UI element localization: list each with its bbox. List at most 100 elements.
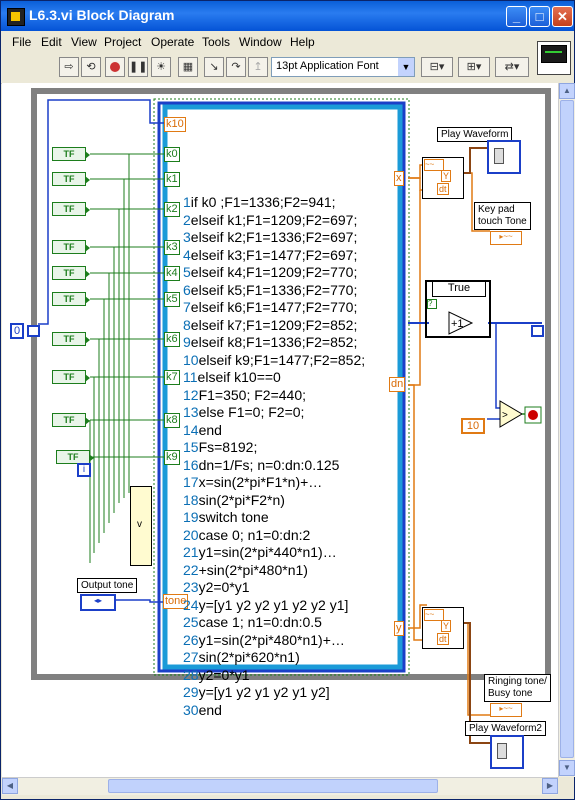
k3-control[interactable]: TF: [52, 240, 90, 254]
script-line-number: 11: [183, 369, 198, 385]
window-title: L6.3.vi Block Diagram: [29, 7, 175, 23]
menu-project[interactable]: Project: [104, 35, 141, 49]
case-selector[interactable]: True: [432, 281, 486, 297]
script-line-text: sin(2*pi*F2*n): [198, 491, 285, 508]
scroll-right-icon[interactable]: ▶: [542, 778, 558, 794]
horizontal-scroll-thumb[interactable]: [108, 779, 438, 793]
menu-tools[interactable]: Tools: [202, 35, 230, 49]
k1-control[interactable]: TF: [52, 172, 90, 186]
left-shift-register[interactable]: [27, 325, 40, 337]
ringing-waveform-indicator[interactable]: ▸~~: [490, 703, 522, 717]
menu-edit[interactable]: Edit: [41, 35, 62, 49]
menu-view[interactable]: View: [71, 35, 97, 49]
k8-input-terminal[interactable]: k8: [164, 413, 180, 428]
keypad-waveform-indicator[interactable]: ▸~~: [490, 231, 522, 245]
close-button[interactable]: ✕: [552, 6, 573, 27]
script-line-text: elseif k10==0: [197, 369, 281, 385]
formula-script[interactable]: 1if k0 ;F1=1336;F2=941; 2elseif k1;F1=120…: [183, 194, 365, 719]
script-line: 9elseif k8;F1=1336;F2=852;: [183, 334, 365, 352]
k5-input-terminal[interactable]: k5: [164, 292, 180, 307]
script-line: 7elseif k6;F1=1477;F2=770;: [183, 299, 365, 317]
minimize-button[interactable]: _: [506, 6, 527, 27]
k2-input-terminal[interactable]: k2: [164, 202, 180, 217]
script-line-text: switch tone: [198, 509, 269, 525]
step-out-icon[interactable]: ↥: [248, 57, 268, 77]
script-line: 4elseif k3;F1=1477;F2=697;: [183, 247, 365, 265]
k9-control[interactable]: TF: [56, 450, 94, 464]
step-into-icon[interactable]: ↘: [204, 57, 224, 77]
script-line: 5elseif k4;F1=1209;F2=770;: [183, 264, 365, 282]
x-output-terminal[interactable]: x: [394, 171, 404, 186]
y-output-terminal[interactable]: y: [394, 621, 404, 636]
run-continuously-icon[interactable]: ⟲: [81, 57, 101, 77]
k4-control[interactable]: TF: [52, 266, 90, 280]
title-bar[interactable]: L6.3.vi Block Diagram _ □ ✕: [1, 1, 574, 31]
distribute-objects-icon[interactable]: ⊞▾: [458, 57, 490, 77]
k5-control[interactable]: TF: [52, 292, 90, 306]
vi-icon[interactable]: [537, 41, 571, 75]
script-line-number: 8: [183, 316, 191, 333]
script-line-text: elseif k3;F1=1477;F2=697;: [190, 246, 358, 263]
menu-file[interactable]: File: [12, 35, 31, 49]
k0-input-terminal[interactable]: k0: [164, 147, 180, 162]
k2-control[interactable]: TF: [52, 202, 90, 216]
case-question-terminal[interactable]: ?: [427, 299, 437, 309]
menu-window[interactable]: Window: [239, 35, 282, 49]
build-waveform-bottom[interactable]: ~~ Y dt: [422, 607, 464, 649]
play-waveform2-label: Play Waveform2: [465, 721, 546, 736]
script-line-text: +sin(2*pi*480*n1): [198, 561, 308, 578]
scroll-left-icon[interactable]: ◀: [2, 778, 18, 794]
maximize-button[interactable]: □: [529, 6, 550, 27]
diagram-canvas[interactable]: +1 > 0 TF TF TF TF TF TF TF TF TF TF i v…: [2, 83, 558, 777]
script-line-text: elseif k7;F1=1209;F2=852;: [190, 316, 358, 333]
k8-control[interactable]: TF: [52, 413, 90, 427]
build-y-terminal-2: Y: [441, 620, 452, 632]
menu-operate[interactable]: Operate: [151, 35, 194, 49]
initial-value-constant[interactable]: 0: [10, 323, 24, 339]
script-line-text: Fs=8192;: [198, 439, 258, 455]
labview-app-icon: [7, 8, 25, 26]
scroll-up-icon[interactable]: ▲: [559, 83, 575, 99]
right-shift-register[interactable]: [531, 325, 544, 337]
k7-control[interactable]: TF: [52, 370, 90, 384]
k4-input-terminal[interactable]: k4: [164, 266, 180, 281]
output-tone-control[interactable]: ◂▸: [80, 594, 116, 611]
speaker-icon[interactable]: [487, 140, 521, 174]
menu-help[interactable]: Help: [290, 35, 315, 49]
align-objects-icon[interactable]: ⊟▾: [421, 57, 453, 77]
highlight-execution-icon[interactable]: ☀: [151, 57, 171, 77]
reorder-icon[interactable]: ⇄▾: [495, 57, 529, 77]
output-tone-label: Output tone: [77, 578, 138, 593]
vertical-scroll-thumb[interactable]: [560, 100, 574, 758]
pause-icon[interactable]: ❚❚: [128, 57, 148, 77]
k3-input-terminal[interactable]: k3: [164, 240, 180, 255]
k9-input-terminal[interactable]: k9: [164, 450, 180, 465]
k10-input-terminal[interactable]: k10: [164, 117, 186, 132]
iteration-terminal[interactable]: i: [77, 463, 91, 477]
script-line-number: 9: [183, 334, 191, 350]
horizontal-scrollbar[interactable]: ◀ ▶: [2, 777, 558, 795]
build-waveform-top[interactable]: ~~ Y dt: [422, 157, 464, 199]
abort-icon[interactable]: [105, 57, 125, 77]
dn-output-terminal[interactable]: dn: [389, 377, 406, 392]
script-line: 14end: [183, 422, 365, 440]
script-line: 22+sin(2*pi*480*n1): [183, 562, 365, 580]
script-line: 21y1=sin(2*pi*440*n1)…: [183, 544, 365, 562]
k7-input-terminal[interactable]: k7: [164, 370, 180, 385]
retain-wire-values-icon[interactable]: ▦: [178, 57, 198, 77]
step-over-icon[interactable]: ↷: [226, 57, 246, 77]
script-line-text: elseif k9;F1=1477;F2=852;: [198, 351, 366, 368]
font-selector[interactable]: 13pt Application Font ▼: [271, 57, 415, 77]
run-arrow-icon[interactable]: ⇨: [59, 57, 79, 77]
speaker-icon-2[interactable]: [490, 735, 524, 769]
vertical-scrollbar[interactable]: ▲ ▼: [558, 83, 575, 777]
script-line-text: case 1; n1=0:dn:0.5: [198, 614, 322, 630]
k0-control[interactable]: TF: [52, 147, 90, 161]
k6-input-terminal[interactable]: k6: [164, 332, 180, 347]
scroll-down-icon[interactable]: ▼: [559, 760, 575, 776]
build-array-node[interactable]: v: [130, 486, 152, 566]
k1-input-terminal[interactable]: k1: [164, 172, 180, 187]
ten-constant[interactable]: 10: [461, 418, 485, 434]
k6-control[interactable]: TF: [52, 332, 90, 346]
build-dt-terminal-2: dt: [437, 633, 449, 645]
